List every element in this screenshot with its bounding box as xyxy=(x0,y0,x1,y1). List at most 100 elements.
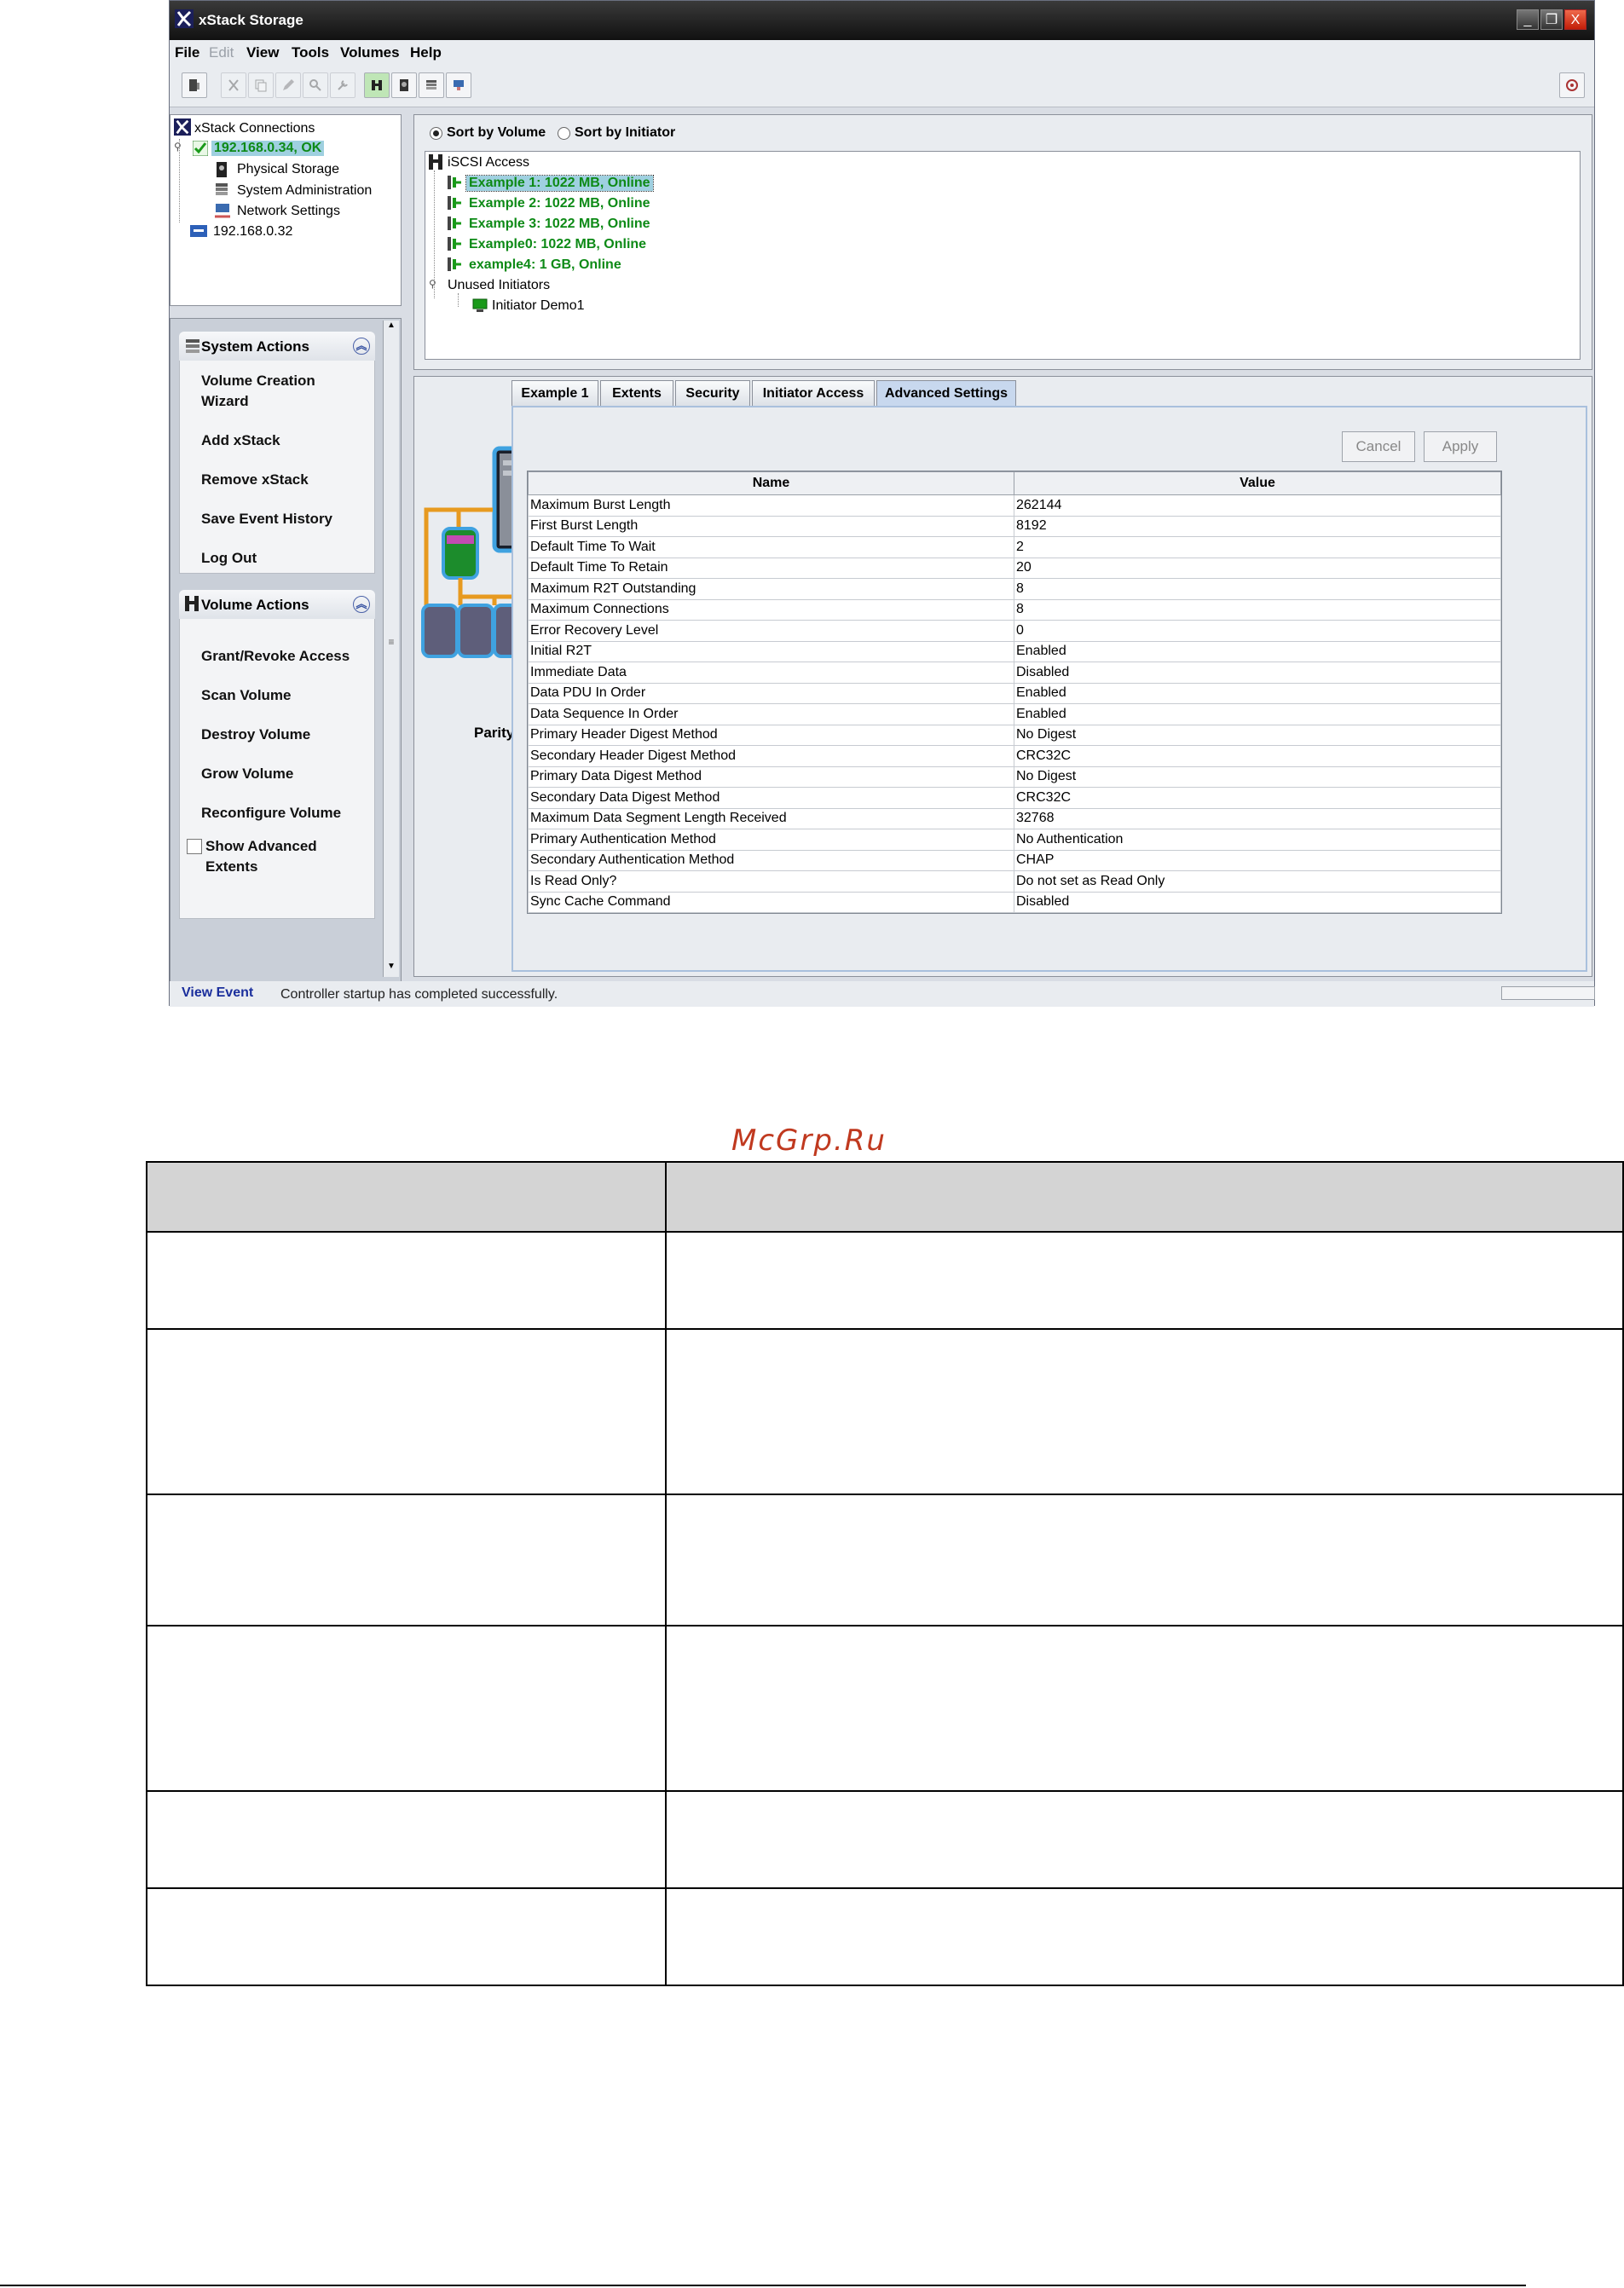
setting-value-cell[interactable]: Disabled xyxy=(1014,891,1501,913)
minimize-button[interactable]: _ xyxy=(1517,9,1539,30)
unused-initiators-root[interactable]: Unused Initiators xyxy=(448,278,550,293)
column-header-name[interactable]: Name xyxy=(528,471,1014,495)
setting-value-cell[interactable]: Enabled xyxy=(1014,703,1501,725)
add-xstack-link[interactable]: Add xStack xyxy=(201,430,280,451)
table-row[interactable]: Secondary Data Digest Method CRC32C xyxy=(528,787,1501,809)
tab-extents[interactable]: Extents xyxy=(600,380,673,406)
table-row[interactable]: Initial R2T Enabled xyxy=(528,640,1501,662)
table-row[interactable]: Immediate Data Disabled xyxy=(528,662,1501,684)
sidebar-scrollbar[interactable]: ▲ ≡ ▼ xyxy=(383,321,399,977)
tab-initiator-access[interactable]: Initiator Access xyxy=(752,380,875,406)
save-event-history-link[interactable]: Save Event History xyxy=(201,509,332,529)
toolbar-tools-button[interactable] xyxy=(330,72,355,98)
setting-name-cell[interactable]: Default Time To Retain xyxy=(528,557,1014,579)
table-row[interactable]: Default Time To Retain 20 xyxy=(528,557,1501,579)
menu-edit[interactable]: Edit xyxy=(209,44,234,61)
toolbar-copy-button[interactable] xyxy=(248,72,274,98)
table-row[interactable]: Secondary Authentication Method CHAP xyxy=(528,849,1501,871)
setting-value-cell[interactable]: 8192 xyxy=(1014,515,1501,537)
toolbar-cut-button[interactable] xyxy=(221,72,246,98)
initiator-item[interactable]: Initiator Demo1 xyxy=(492,298,585,314)
setting-name-cell[interactable]: First Burst Length xyxy=(528,515,1014,537)
table-row[interactable]: First Burst Length 8192 xyxy=(528,515,1501,537)
table-row[interactable]: Secondary Header Digest Method CRC32C xyxy=(528,745,1501,767)
setting-value-cell[interactable]: Do not set as Read Only xyxy=(1014,870,1501,893)
setting-value-cell[interactable]: No Digest xyxy=(1014,724,1501,746)
setting-name-cell[interactable]: Secondary Authentication Method xyxy=(528,849,1014,871)
show-advanced-extents-checkbox[interactable] xyxy=(187,839,202,854)
setting-name-cell[interactable]: Secondary Header Digest Method xyxy=(528,745,1014,767)
setting-value-cell[interactable]: Enabled xyxy=(1014,682,1501,704)
tab-example-1[interactable]: Example 1 xyxy=(511,380,598,406)
setting-value-cell[interactable]: Disabled xyxy=(1014,662,1501,684)
setting-value-cell[interactable]: 32768 xyxy=(1014,807,1501,829)
setting-value-cell[interactable]: 8 xyxy=(1014,598,1501,621)
volume-item[interactable]: Example 2: 1022 MB, Online xyxy=(469,196,650,211)
toolbar-system-admin-button[interactable] xyxy=(419,72,444,98)
setting-value-cell[interactable]: CRC32C xyxy=(1014,787,1501,809)
table-row[interactable]: Maximum Burst Length 262144 xyxy=(528,494,1501,517)
reconfigure-volume-link[interactable]: Reconfigure Volume xyxy=(201,803,341,823)
setting-name-cell[interactable]: Data Sequence In Order xyxy=(528,703,1014,725)
table-row[interactable]: Data Sequence In Order Enabled xyxy=(528,703,1501,725)
cancel-button[interactable]: Cancel xyxy=(1342,431,1415,462)
toolbar-edit-button[interactable] xyxy=(275,72,301,98)
grant-revoke-access-link[interactable]: Grant/Revoke Access xyxy=(201,646,350,667)
toolbar-find-button[interactable] xyxy=(303,72,328,98)
table-row[interactable]: Sync Cache Command Disabled xyxy=(528,891,1501,913)
connection-node-secondary[interactable]: 192.168.0.32 xyxy=(213,224,292,240)
menu-volumes[interactable]: Volumes xyxy=(340,44,400,61)
setting-name-cell[interactable]: Secondary Data Digest Method xyxy=(528,787,1014,809)
menu-tools[interactable]: Tools xyxy=(292,44,329,61)
collapse-icon[interactable]: ︽ xyxy=(353,596,370,613)
tab-advanced-settings[interactable]: Advanced Settings xyxy=(876,380,1016,406)
destroy-volume-link[interactable]: Destroy Volume xyxy=(201,725,310,745)
scan-volume-link[interactable]: Scan Volume xyxy=(201,685,292,706)
tree-node-physical-storage[interactable]: Physical Storage xyxy=(237,162,339,177)
table-row[interactable]: Primary Authentication Method No Authenti… xyxy=(528,829,1501,851)
connection-node-active[interactable]: 192.168.0.34, OK xyxy=(211,141,325,156)
setting-name-cell[interactable]: Default Time To Wait xyxy=(528,536,1014,558)
setting-value-cell[interactable]: 0 xyxy=(1014,620,1501,642)
scroll-up-icon[interactable]: ▲ xyxy=(385,321,397,334)
scroll-down-icon[interactable]: ▼ xyxy=(385,962,397,975)
system-actions-header[interactable]: System Actions ︽ xyxy=(179,332,375,361)
table-row[interactable]: Is Read Only? Do not set as Read Only xyxy=(528,870,1501,893)
toolbar-iscsi-button[interactable] xyxy=(364,72,390,98)
remove-xstack-link[interactable]: Remove xStack xyxy=(201,470,309,490)
table-row[interactable]: Default Time To Wait 2 xyxy=(528,536,1501,558)
volume-item[interactable]: Example 3: 1022 MB, Online xyxy=(469,217,650,232)
toolbar-network-button[interactable] xyxy=(446,72,471,98)
close-button[interactable]: X xyxy=(1564,9,1586,30)
setting-value-cell[interactable]: CRC32C xyxy=(1014,745,1501,767)
setting-value-cell[interactable]: 20 xyxy=(1014,557,1501,579)
setting-value-cell[interactable]: Enabled xyxy=(1014,640,1501,662)
collapse-icon[interactable]: ︽ xyxy=(353,338,370,355)
setting-value-cell[interactable]: No Digest xyxy=(1014,766,1501,788)
setting-name-cell[interactable]: Maximum R2T Outstanding xyxy=(528,578,1014,600)
tree-node-system-admin[interactable]: System Administration xyxy=(237,183,372,199)
setting-value-cell[interactable]: 8 xyxy=(1014,578,1501,600)
table-row[interactable]: Primary Data Digest Method No Digest xyxy=(528,766,1501,788)
setting-name-cell[interactable]: Error Recovery Level xyxy=(528,620,1014,642)
setting-name-cell[interactable]: Primary Header Digest Method xyxy=(528,724,1014,746)
table-row[interactable]: Data PDU In Order Enabled xyxy=(528,682,1501,704)
setting-name-cell[interactable]: Initial R2T xyxy=(528,640,1014,662)
toolbar-help-button[interactable] xyxy=(1559,72,1585,98)
toolbar-connect-button[interactable] xyxy=(182,72,207,98)
volume-item-selected[interactable]: Example 1: 1022 MB, Online xyxy=(465,175,654,192)
setting-name-cell[interactable]: Sync Cache Command xyxy=(528,891,1014,913)
setting-name-cell[interactable]: Primary Data Digest Method xyxy=(528,766,1014,788)
table-row[interactable]: Maximum Data Segment Length Received 3276… xyxy=(528,807,1501,829)
setting-value-cell[interactable]: 262144 xyxy=(1014,494,1501,517)
volume-actions-header[interactable]: Volume Actions ︽ xyxy=(179,590,375,619)
table-row[interactable]: Maximum Connections 8 xyxy=(528,598,1501,621)
setting-name-cell[interactable]: Is Read Only? xyxy=(528,870,1014,893)
tab-security[interactable]: Security xyxy=(675,380,750,406)
table-row[interactable]: Error Recovery Level 0 xyxy=(528,620,1501,642)
menu-view[interactable]: View xyxy=(246,44,279,61)
grow-volume-link[interactable]: Grow Volume xyxy=(201,764,293,784)
setting-name-cell[interactable]: Maximum Burst Length xyxy=(528,494,1014,517)
setting-name-cell[interactable]: Primary Authentication Method xyxy=(528,829,1014,851)
setting-name-cell[interactable]: Immediate Data xyxy=(528,662,1014,684)
